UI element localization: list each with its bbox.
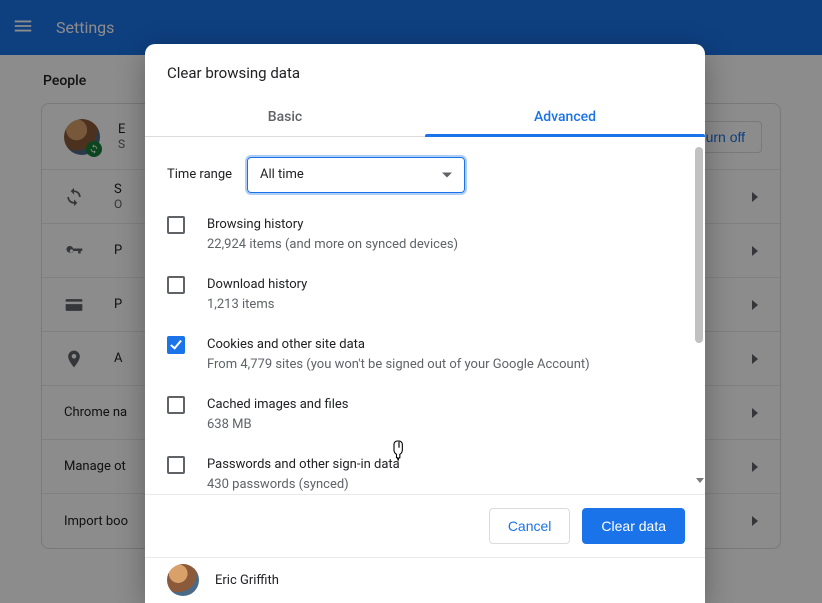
checkbox[interactable] <box>167 276 185 294</box>
option-title: Passwords and other sign-in data <box>207 455 400 475</box>
checkbox[interactable] <box>167 336 185 354</box>
scrollbar[interactable] <box>695 143 703 483</box>
scroll-down-icon[interactable] <box>696 478 704 483</box>
avatar <box>167 564 199 596</box>
tab-advanced[interactable]: Advanced <box>425 98 705 136</box>
option-browsing-history[interactable]: Browsing history 22,924 items (and more … <box>167 205 679 265</box>
dialog-tabs: Basic Advanced <box>145 98 705 137</box>
option-title: Cached images and files <box>207 395 348 415</box>
account-name: Eric Griffith <box>215 573 279 588</box>
option-sub: 22,924 items (and more on synced devices… <box>207 235 458 255</box>
scrollbar-thumb[interactable] <box>695 147 703 343</box>
dialog-body: Time range All time Browsing history 22,… <box>145 137 705 495</box>
option-sub: 638 MB <box>207 415 348 435</box>
chevron-down-icon <box>442 172 452 177</box>
dialog-account-footer[interactable]: Eric Griffith <box>145 557 705 603</box>
cancel-button[interactable]: Cancel <box>489 508 571 544</box>
option-title: Cookies and other site data <box>207 335 590 355</box>
checkbox[interactable] <box>167 396 185 414</box>
option-cache[interactable]: Cached images and files 638 MB <box>167 385 679 445</box>
option-sub: From 4,779 sites (you won't be signed ou… <box>207 355 590 375</box>
option-cookies[interactable]: Cookies and other site data From 4,779 s… <box>167 325 679 385</box>
option-sub: 430 passwords (synced) <box>207 475 400 495</box>
tab-basic[interactable]: Basic <box>145 98 425 136</box>
time-range-value: All time <box>260 167 304 182</box>
option-title: Download history <box>207 275 307 295</box>
option-download-history[interactable]: Download history 1,213 items <box>167 265 679 325</box>
time-range-row: Time range All time <box>167 153 679 197</box>
option-passwords[interactable]: Passwords and other sign-in data 430 pas… <box>167 445 679 495</box>
clear-data-button[interactable]: Clear data <box>582 508 685 544</box>
option-title: Browsing history <box>207 215 458 235</box>
time-range-label: Time range <box>167 167 247 182</box>
checkbox[interactable] <box>167 456 185 474</box>
dialog-title: Clear browsing data <box>145 44 705 98</box>
clear-browsing-data-dialog: Clear browsing data Basic Advanced Time … <box>145 44 705 603</box>
time-range-select[interactable]: All time <box>247 157 465 193</box>
option-sub: 1,213 items <box>207 295 307 315</box>
dialog-actions: Cancel Clear data <box>145 495 705 557</box>
checkbox[interactable] <box>167 216 185 234</box>
